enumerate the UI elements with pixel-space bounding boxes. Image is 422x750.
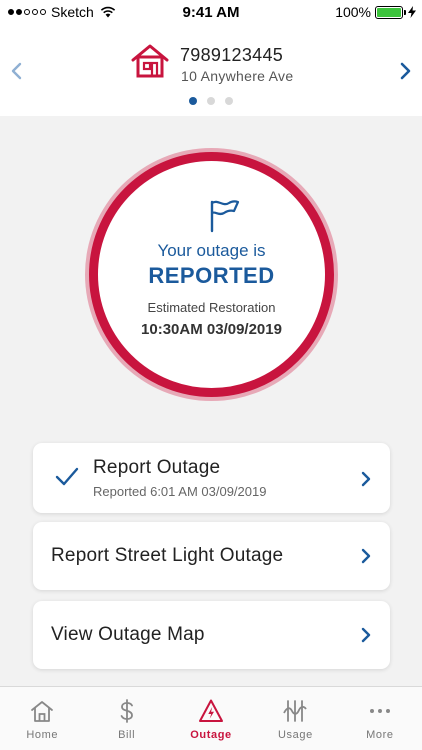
tab-bill[interactable]: Bill: [84, 687, 168, 750]
charging-bolt-icon: [408, 6, 416, 18]
home-icon: [31, 701, 54, 722]
account-selector: 7989123445 10 Anywhere Ave: [0, 26, 422, 116]
dollar-icon: [120, 699, 133, 723]
chevron-right-icon: [361, 548, 371, 564]
tab-outage[interactable]: Outage: [169, 687, 253, 750]
chevron-right-icon: [361, 627, 371, 643]
report-outage-title: Report Outage: [93, 457, 221, 478]
view-outage-map-title: View Outage Map: [51, 624, 205, 645]
tab-bill-label: Bill: [118, 729, 136, 741]
flag-icon: [210, 200, 240, 233]
battery-percent: 100%: [335, 4, 371, 20]
battery-status: 100%: [335, 4, 416, 20]
report-street-light-card[interactable]: Report Street Light Outage: [33, 522, 390, 590]
tab-usage-label: Usage: [278, 729, 313, 741]
account-number: 7989123445: [180, 45, 284, 65]
outage-line: Your outage is: [157, 241, 266, 260]
tab-more[interactable]: More: [338, 687, 422, 750]
usage-icon: [283, 700, 308, 722]
status-bar: Sketch 9:41 AM 100%: [0, 0, 422, 26]
house-icon: [131, 44, 169, 78]
lightning-warning-icon: [199, 699, 224, 722]
view-outage-map-card[interactable]: View Outage Map: [33, 601, 390, 669]
report-street-light-title: Report Street Light Outage: [51, 545, 284, 566]
estimated-restoration-time: 10:30AM 03/09/2019: [141, 321, 282, 338]
more-icon: [369, 709, 390, 713]
tab-outage-label: Outage: [190, 729, 232, 741]
page-dot-active: [189, 97, 197, 105]
page-dot: [225, 97, 233, 105]
tab-home[interactable]: Home: [0, 687, 84, 750]
outage-status-circle: Your outage is REPORTED Estimated Restor…: [89, 152, 334, 397]
tab-usage[interactable]: Usage: [253, 687, 337, 750]
battery-icon: [375, 5, 406, 19]
tab-more-label: More: [366, 729, 394, 741]
report-outage-card[interactable]: Report Outage Reported 6:01 AM 03/09/201…: [33, 443, 390, 513]
checkmark-icon: [55, 467, 79, 486]
next-account-chevron-icon[interactable]: [397, 60, 413, 82]
tab-home-label: Home: [26, 729, 59, 741]
account-page-indicator[interactable]: [189, 97, 233, 105]
account-address: 10 Anywhere Ave: [181, 68, 294, 84]
report-outage-subtitle: Reported 6:01 AM 03/09/2019: [93, 484, 267, 499]
chevron-right-icon: [361, 471, 371, 487]
outage-status-label: REPORTED: [148, 263, 275, 288]
estimated-restoration-label: Estimated Restoration: [147, 300, 276, 315]
page-dot: [207, 97, 215, 105]
previous-account-chevron-icon[interactable]: [9, 60, 25, 82]
tab-bar: Home Bill Outage Usage More: [0, 686, 422, 750]
